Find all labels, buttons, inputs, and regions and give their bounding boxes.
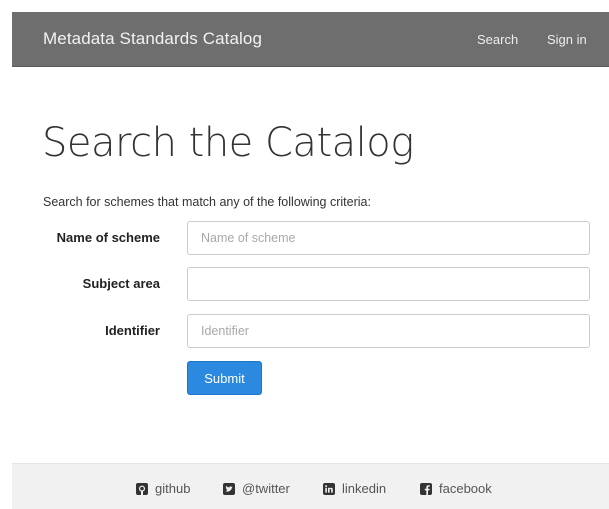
footer: github @twitter linkedin facebook: [12, 463, 609, 509]
identifier-input[interactable]: [187, 314, 590, 348]
footer-twitter-label: @twitter: [242, 481, 290, 496]
identifier-label: Identifier: [105, 323, 160, 338]
page: Metadata Standards Catalog Search Sign i…: [0, 0, 609, 509]
footer-facebook-label: facebook: [439, 481, 492, 496]
footer-github-label: github: [155, 481, 191, 496]
navbar: Metadata Standards Catalog Search Sign i…: [12, 12, 609, 67]
form-row-identifier: Identifier: [0, 314, 609, 348]
twitter-icon: [223, 482, 235, 495]
page-title: Search the Catalog: [42, 120, 414, 166]
submit-button[interactable]: Submit: [187, 361, 262, 395]
name-of-scheme-input[interactable]: [187, 221, 590, 255]
nav-sign-in-link[interactable]: Sign in: [547, 32, 587, 47]
github-icon: [136, 482, 148, 495]
form-row-name-of-scheme: Name of scheme: [0, 221, 609, 255]
facebook-icon: [420, 482, 432, 495]
search-intro-text: Search for schemes that match any of the…: [43, 195, 371, 209]
form-row-subject-area: Subject area: [0, 267, 609, 301]
footer-twitter-link[interactable]: @twitter: [223, 481, 290, 496]
footer-linkedin-label: linkedin: [342, 481, 387, 496]
name-of-scheme-label: Name of scheme: [56, 230, 160, 245]
linkedin-icon: [323, 482, 335, 495]
nav-search-link[interactable]: Search: [477, 32, 518, 47]
subject-area-label: Subject area: [82, 276, 160, 291]
footer-facebook-link[interactable]: facebook: [420, 481, 492, 496]
footer-github-link[interactable]: github: [136, 481, 190, 496]
footer-linkedin-link[interactable]: linkedin: [323, 481, 386, 496]
subject-area-input[interactable]: [187, 267, 590, 301]
brand-link[interactable]: Metadata Standards Catalog: [43, 29, 262, 49]
